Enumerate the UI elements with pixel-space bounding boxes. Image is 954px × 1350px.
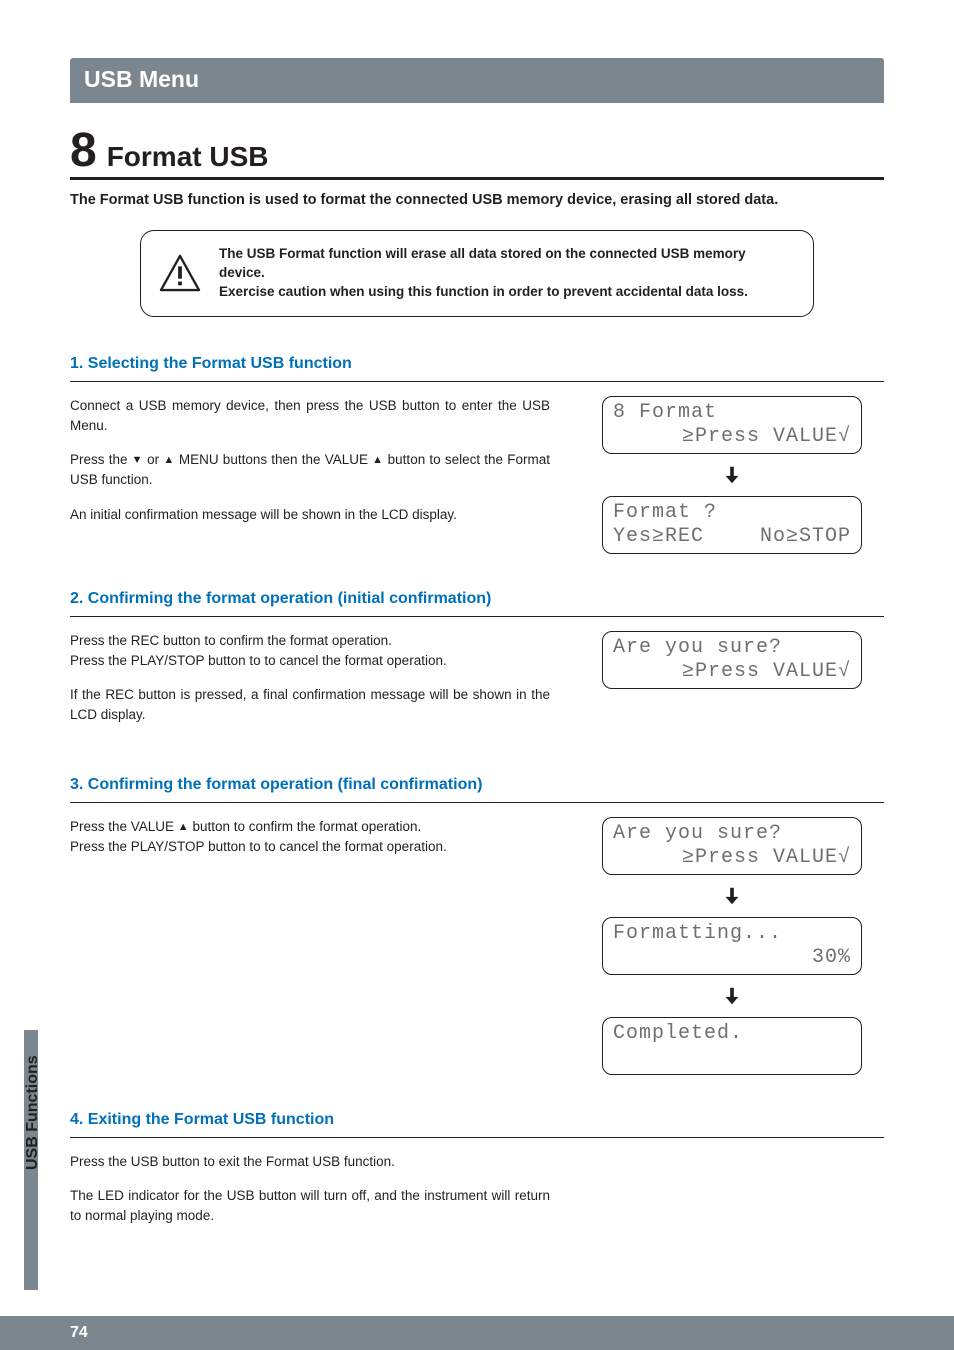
step3-p2: Press the PLAY/STOP button to to cancel … [70, 837, 550, 857]
divider [70, 802, 884, 803]
up-triangle-icon: ▲ [372, 454, 383, 466]
step1-p3: An initial confirmation message will be … [70, 505, 550, 525]
warning-box: The USB Format function will erase all d… [140, 230, 814, 317]
step2-p3: If the REC button is pressed, a final co… [70, 685, 550, 726]
lcd-line2 [613, 1046, 851, 1070]
lcd-display: Formatting... 30% [602, 917, 862, 975]
step4-p1: Press the USB button to exit the Format … [70, 1152, 550, 1172]
lcd-line2: ≥Press VALUE√ [613, 660, 851, 684]
down-arrow-icon [721, 985, 743, 1007]
lcd-line1: 8 Format [613, 401, 851, 425]
down-arrow-icon [721, 885, 743, 907]
chapter-number: 8 [70, 127, 97, 175]
chapter-heading: 8 Format USB [70, 127, 884, 180]
warning-line2: Exercise caution when using this functio… [219, 283, 795, 302]
step2-p2: Press the PLAY/STOP button to to cancel … [70, 651, 550, 671]
step4-p2: The LED indicator for the USB button wil… [70, 1186, 550, 1227]
divider [70, 616, 884, 617]
lcd-line1: Completed. [613, 1022, 851, 1046]
lcd-line1: Are you sure? [613, 822, 851, 846]
step2-p1: Press the REC button to confirm the form… [70, 631, 550, 651]
step3-text: Press the VALUE ▲ button to confirm the … [70, 817, 550, 872]
step1-title: 1. Selecting the Format USB function [70, 355, 884, 373]
warning-icon [159, 254, 201, 292]
lcd-line1: Formatting... [613, 922, 851, 946]
lcd-line2-yes: Yes≥REC [613, 525, 704, 549]
chapter-title-text: Format USB [107, 141, 269, 173]
step2-title: 2. Confirming the format operation (init… [70, 590, 884, 608]
step1-text: Connect a USB memory device, then press … [70, 396, 550, 539]
divider [70, 381, 884, 382]
section-tab: USB Menu [70, 58, 884, 103]
page-number: 74 [70, 1324, 88, 1342]
down-arrow-icon [721, 464, 743, 486]
lcd-line2-no: No≥STOP [760, 525, 851, 549]
down-triangle-icon: ▼ [132, 454, 143, 466]
step3-p1: Press the VALUE ▲ button to confirm the … [70, 817, 550, 837]
up-triangle-icon: ▲ [178, 821, 189, 833]
lcd-display: 8 Format ≥Press VALUE√ [602, 396, 862, 454]
lcd-line1: Are you sure? [613, 636, 851, 660]
up-triangle-icon: ▲ [163, 454, 174, 466]
step1-p2: Press the ▼ or ▲ MENU buttons then the V… [70, 450, 550, 491]
step1-p1: Connect a USB memory device, then press … [70, 396, 550, 437]
lcd-display: Are you sure? ≥Press VALUE√ [602, 631, 862, 689]
lcd-line1: Format ? [613, 501, 851, 525]
warning-line1: The USB Format function will erase all d… [219, 245, 795, 283]
step2-text: Press the REC button to confirm the form… [70, 631, 550, 740]
step4-title: 4. Exiting the Format USB function [70, 1111, 884, 1129]
divider [70, 1137, 884, 1138]
lcd-display: Are you sure? ≥Press VALUE√ [602, 817, 862, 875]
lcd-line2: 30% [613, 946, 851, 970]
side-section-label: USB Functions [24, 1055, 42, 1170]
page-footer: 74 [0, 1316, 954, 1350]
step3-title: 3. Confirming the format operation (fina… [70, 776, 884, 794]
lcd-line2: ≥Press VALUE√ [613, 425, 851, 449]
lead-paragraph: The Format USB function is used to forma… [70, 192, 884, 208]
lcd-line2: ≥Press VALUE√ [613, 846, 851, 870]
warning-text: The USB Format function will erase all d… [219, 245, 795, 302]
lcd-display: Completed. [602, 1017, 862, 1075]
lcd-display: Format ? Yes≥REC No≥STOP [602, 496, 862, 554]
step4-text: Press the USB button to exit the Format … [70, 1152, 550, 1241]
